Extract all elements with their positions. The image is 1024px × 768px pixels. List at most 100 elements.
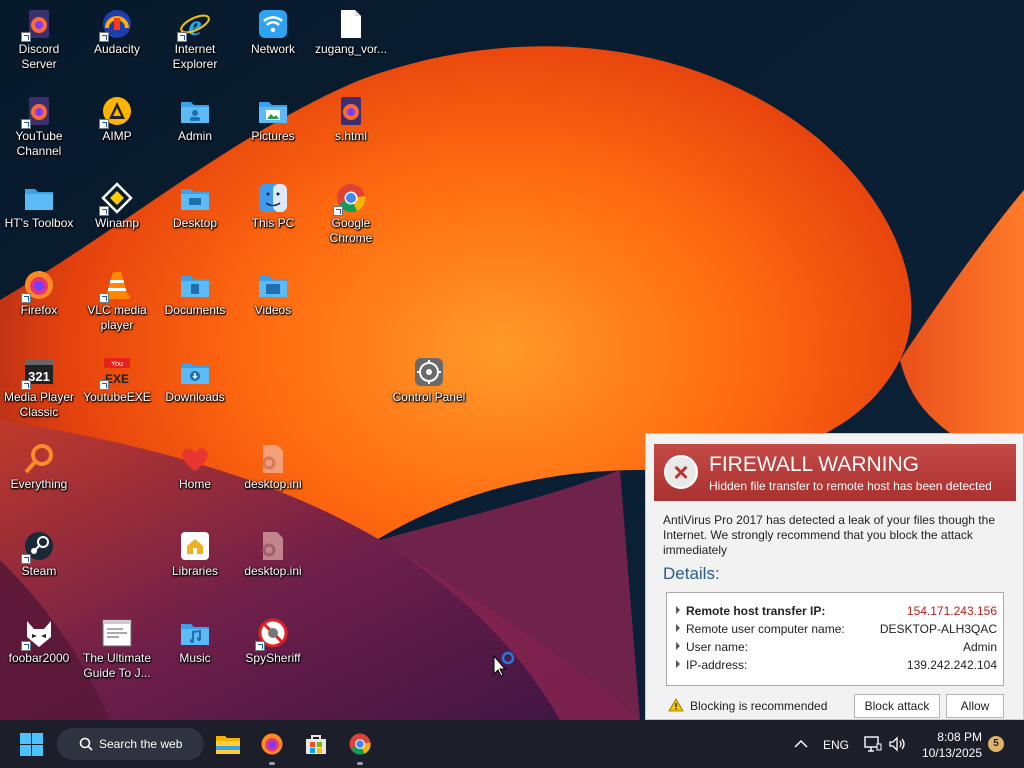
show-hidden-icons-button[interactable]: [790, 720, 812, 768]
desktop-icon[interactable]: Audacity: [78, 2, 156, 57]
firefox-icon: [261, 733, 283, 755]
details-row: IP-address: 139.242.242.104: [675, 657, 997, 673]
svg-text:e: e: [188, 9, 201, 40]
network-monitor-icon: [864, 736, 882, 752]
icon-label: SpySheriff: [245, 651, 301, 665]
icon-label: zugang_vor...: [314, 42, 388, 56]
finder-icon: [259, 184, 287, 212]
expand-arrow-icon: [676, 624, 680, 632]
desktop-icon[interactable]: This PC: [234, 176, 312, 231]
chevron-up-icon: [794, 739, 808, 748]
icon-label: Firefox: [20, 303, 58, 317]
icon-label: Pictures: [251, 129, 295, 143]
user-folder-icon: [181, 102, 209, 123]
taskbar-store[interactable]: [300, 720, 332, 768]
clock[interactable]: 8:08 PM 10/13/2025: [918, 720, 982, 768]
icon-label: Network: [250, 42, 295, 56]
desktop-icon[interactable]: Home: [156, 437, 234, 492]
taskbar-firefox[interactable]: [256, 720, 288, 768]
desktop-icon[interactable]: Control Panel: [390, 350, 468, 405]
desktop-icon[interactable]: HT's Toolbox: [0, 176, 78, 231]
everything-search-icon: [24, 444, 53, 474]
icon-label: foobar2000: [8, 651, 70, 665]
popup-subtitle: Hidden file transfer to remote host has …: [709, 479, 992, 493]
blocking-text: Blocking is recommended: [690, 699, 828, 713]
videos-folder-icon: [259, 276, 287, 297]
icon-label: Internet Explorer: [172, 42, 218, 71]
icon-label: Google Chrome: [329, 216, 373, 245]
desktop-icon[interactable]: Network: [234, 2, 312, 57]
icon-label: s.html: [334, 129, 367, 143]
icon-label: YouTube Channel: [15, 129, 63, 158]
icon-label: The Ultimate Guide To J...: [82, 651, 152, 680]
taskbar-search-box[interactable]: Search the web: [57, 728, 204, 760]
desktop-icon[interactable]: Winamp: [78, 176, 156, 231]
desktop-icon[interactable]: Downloads: [156, 350, 234, 405]
svg-text:You: You: [111, 361, 123, 368]
desktop-icon[interactable]: zugang_vor...: [312, 2, 390, 57]
desktop-icon[interactable]: AIMP: [78, 89, 156, 144]
detail-value: Admin: [962, 640, 997, 654]
detail-key: User name:: [686, 640, 749, 654]
desktop-icon[interactable]: Music: [156, 611, 234, 666]
taskbar-chrome[interactable]: [344, 720, 376, 768]
music-folder-icon: [181, 624, 209, 645]
desktop-icon[interactable]: YouTube Channel: [0, 89, 78, 159]
folder-icon: [25, 189, 53, 210]
pictures-folder-icon: [259, 102, 287, 123]
detail-key: Remote user computer name:: [686, 622, 845, 636]
desktop-icon[interactable]: desktop.ini: [234, 524, 312, 579]
icon-label: This PC: [251, 216, 295, 230]
detail-key: Remote host transfer IP:: [686, 604, 826, 618]
details-row: User name: Admin: [675, 639, 997, 655]
desktop-icon[interactable]: Libraries: [156, 524, 234, 579]
desktop-icon[interactable]: Documents: [156, 263, 234, 318]
icon-label: HT's Toolbox: [4, 216, 74, 230]
desktop-icon[interactable]: Pictures: [234, 89, 312, 144]
language-indicator[interactable]: ENG: [823, 738, 849, 752]
desktop-icon[interactable]: desktop.ini: [234, 437, 312, 492]
icon-label: Discord Server: [18, 42, 60, 71]
taskbar: Search the web ENG 8:08 PM 10/13/2025 5: [0, 720, 1024, 768]
desktop-icon[interactable]: Videos: [234, 263, 312, 318]
icon-label: VLC media player: [87, 303, 147, 332]
clock-date: 10/13/2025: [921, 746, 982, 760]
details-box: Remote host transfer IP: 154.171.243.156…: [666, 592, 1004, 686]
microsoft-store-icon: [306, 735, 326, 754]
firewall-warning-popup: × FIREWALL WARNING Hidden file transfer …: [645, 433, 1024, 720]
desktop-icon[interactable]: SpySheriff: [234, 611, 312, 666]
warning-banner: × FIREWALL WARNING Hidden file transfer …: [654, 444, 1016, 501]
desktop-icon[interactable]: foobar2000: [0, 611, 78, 666]
desktop-icon[interactable]: The Ultimate Guide To J...: [78, 611, 156, 681]
desktop-icon[interactable]: 321 Media Player Classic: [0, 350, 78, 420]
desktop-icon[interactable]: VLC media player: [78, 263, 156, 333]
network-volume-tray[interactable]: [862, 720, 908, 768]
network-icon: [259, 10, 287, 38]
search-label: Search the web: [99, 737, 183, 751]
libraries-icon: [181, 532, 209, 560]
desktop-icon[interactable]: s.html: [312, 89, 390, 144]
block-attack-button[interactable]: Block attack: [854, 694, 940, 718]
icon-label: Downloads: [165, 390, 225, 404]
start-button[interactable]: [14, 720, 50, 768]
chrome-icon: [349, 733, 371, 755]
desktop-icon[interactable]: Desktop: [156, 176, 234, 231]
desktop-icon[interactable]: Everything: [0, 437, 78, 492]
icon-label: desktop.ini: [244, 564, 302, 578]
notification-center-button[interactable]: 5: [986, 720, 1006, 768]
taskbar-file-explorer[interactable]: [212, 720, 244, 768]
icon-label: Admin: [177, 129, 212, 143]
desktop-icon[interactable]: e Internet Explorer: [156, 2, 234, 72]
desktop-icon[interactable]: Firefox: [0, 263, 78, 318]
desktop-icon[interactable]: Google Chrome: [312, 176, 390, 246]
desktop-icon[interactable]: Admin: [156, 89, 234, 144]
detail-value: 154.171.243.156: [906, 604, 997, 618]
desktop-icon[interactable]: You EXE YoutubeEXE: [78, 350, 156, 405]
search-icon: [79, 737, 93, 751]
allow-button[interactable]: Allow: [946, 694, 1004, 718]
desktop-icon[interactable]: Discord Server: [0, 2, 78, 72]
details-row: Remote host transfer IP: 154.171.243.156: [675, 603, 997, 619]
error-x-icon: ×: [664, 455, 698, 489]
desktop-icon[interactable]: Steam: [0, 524, 78, 579]
volume-icon: [889, 736, 905, 752]
